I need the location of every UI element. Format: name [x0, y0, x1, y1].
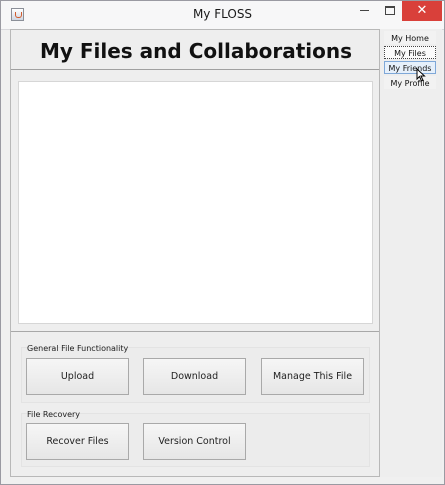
- nav-my-files[interactable]: My Files: [384, 46, 436, 59]
- app-window: My FLOSS ✕ My Files and Collaborations G…: [0, 0, 445, 485]
- recovery-group-label: File Recovery: [27, 410, 81, 419]
- recover-files-button[interactable]: Recover Files: [26, 423, 129, 460]
- section-divider: [11, 331, 379, 332]
- maximize-button[interactable]: [378, 1, 402, 21]
- version-control-button[interactable]: Version Control: [143, 423, 246, 460]
- manage-file-button[interactable]: Manage This File: [261, 358, 364, 395]
- title-bar[interactable]: My FLOSS ✕: [1, 1, 444, 30]
- close-button[interactable]: ✕: [402, 1, 442, 21]
- maximize-icon: [385, 6, 395, 15]
- nav-sidebar: My Home My Files My Friends My Profile: [380, 29, 442, 477]
- nav-my-profile[interactable]: My Profile: [384, 76, 436, 89]
- close-icon: ✕: [416, 3, 428, 18]
- upload-button[interactable]: Upload: [26, 358, 129, 395]
- heading-divider: [11, 69, 379, 70]
- download-button[interactable]: Download: [143, 358, 246, 395]
- minimize-button[interactable]: [352, 1, 376, 21]
- files-list-area[interactable]: [18, 81, 373, 324]
- page-title: My Files and Collaborations: [39, 39, 353, 63]
- minimize-icon: [359, 10, 369, 11]
- files-panel: My Files and Collaborations General File…: [10, 29, 380, 477]
- general-group-label: General File Functionality: [27, 344, 129, 353]
- nav-my-home[interactable]: My Home: [384, 31, 436, 44]
- nav-my-friends[interactable]: My Friends: [384, 61, 436, 74]
